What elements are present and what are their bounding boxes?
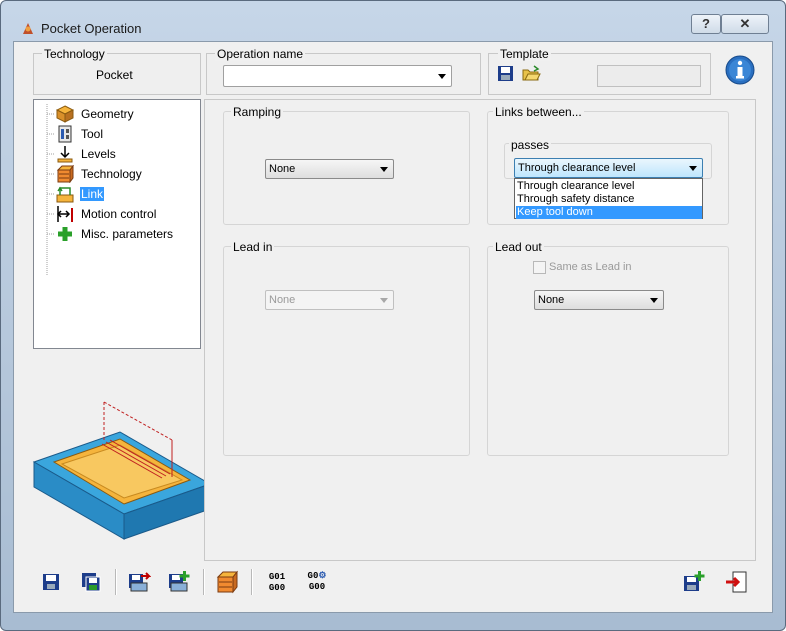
tree-label-link: Link [80,187,105,201]
tree-label-tool: Tool [81,127,104,141]
ramping-title: Ramping [231,105,284,119]
lead-in-combo[interactable]: None [265,290,394,310]
motion-control-icon [56,206,73,222]
same-as-lead-in-label: Same as Lead in [549,261,632,273]
navigation-tree: Geometry Tool Levels Technology Link Mot… [33,99,201,349]
passes-option-keep-down[interactable]: Keep tool down [516,206,702,219]
gcode-line: G00 [308,582,326,592]
gcode-line: G01 [268,572,286,582]
dialog-client: Technology Pocket Operation name Templat… [13,41,773,613]
help-button[interactable]: ? [691,14,721,34]
lead-out-combo[interactable]: None [534,290,664,310]
chevron-down-icon [438,74,446,79]
exit-icon[interactable] [724,570,748,594]
technology-icon [56,165,74,183]
open-template-icon[interactable] [522,65,541,82]
operation-name-label: Operation name [215,47,306,61]
tree-label-misc-parameters: Misc. parameters [81,227,174,241]
lead-out-value: None [538,294,565,306]
chevron-down-icon [380,298,388,303]
gcode-line: G0⚙ [304,571,330,582]
passes-option-safety[interactable]: Through safety distance [516,193,702,206]
lead-in-group [223,246,470,456]
template-label: Template [498,47,551,61]
technology-table-icon[interactable] [215,570,239,594]
chevron-down-icon [650,298,658,303]
lead-out-group [487,246,729,456]
gcode-gear-icon: ⚙ [318,571,327,581]
operation-name-combo[interactable] [223,65,452,87]
close-button[interactable]: ✕ [721,14,769,34]
gcode-post-button[interactable]: G0⚙ G00 [304,571,330,595]
tool-icon [58,125,72,143]
ramping-value: None [269,163,296,175]
save-and-calculate-icon[interactable] [127,570,151,594]
lead-in-title: Lead in [231,240,275,254]
save-and-add-icon[interactable] [167,570,191,594]
dialog-window: Pocket Operation ? ✕ Technology Pocket O… [0,0,786,631]
save-template-icon[interactable] [497,65,514,82]
passes-value: Through clearance level [518,162,636,174]
chevron-down-icon [380,167,388,172]
save-icon[interactable] [39,570,63,594]
technology-label: Technology [42,47,107,61]
passes-dropdown-list: Through clearance level Through safety d… [514,178,703,219]
info-icon[interactable] [724,54,756,86]
geometry-icon [56,105,74,123]
gcode-simulate-button[interactable]: G01 G00 [264,572,290,596]
technology-value: Pocket [96,68,133,82]
same-as-lead-in-checkbox[interactable] [533,261,546,274]
levels-icon [57,146,73,163]
gcode-line: G00 [268,583,286,593]
tree-label-motion-control: Motion control [81,207,157,221]
window-title: Pocket Operation [41,21,142,36]
toolbar-separator [251,569,253,595]
passes-combo[interactable]: Through clearance level [514,158,703,178]
passes-title: passes [509,138,552,152]
chevron-down-icon [689,166,697,171]
tree-label-levels: Levels [81,147,116,161]
part-preview-image [32,401,212,540]
link-icon [56,186,74,203]
save-and-new-icon[interactable] [682,570,706,594]
misc-parameters-icon [58,227,72,241]
tree-label-geometry: Geometry [81,107,134,121]
passes-option-clearance[interactable]: Through clearance level [516,180,702,193]
tree-label-technology: Technology [81,167,142,181]
lead-in-value: None [269,294,296,306]
gcode-text: G0 [307,571,319,581]
toolbar-separator [203,569,205,595]
ramping-combo[interactable]: None [265,159,394,179]
lead-out-title: Lead out [493,240,544,254]
title-bar[interactable]: Pocket Operation ? ✕ [1,1,786,41]
template-field[interactable] [597,65,701,87]
app-icon [23,23,33,34]
save-all-icon[interactable] [79,570,103,594]
toolbar-separator [115,569,117,595]
links-between-title: Links between... [493,105,584,119]
